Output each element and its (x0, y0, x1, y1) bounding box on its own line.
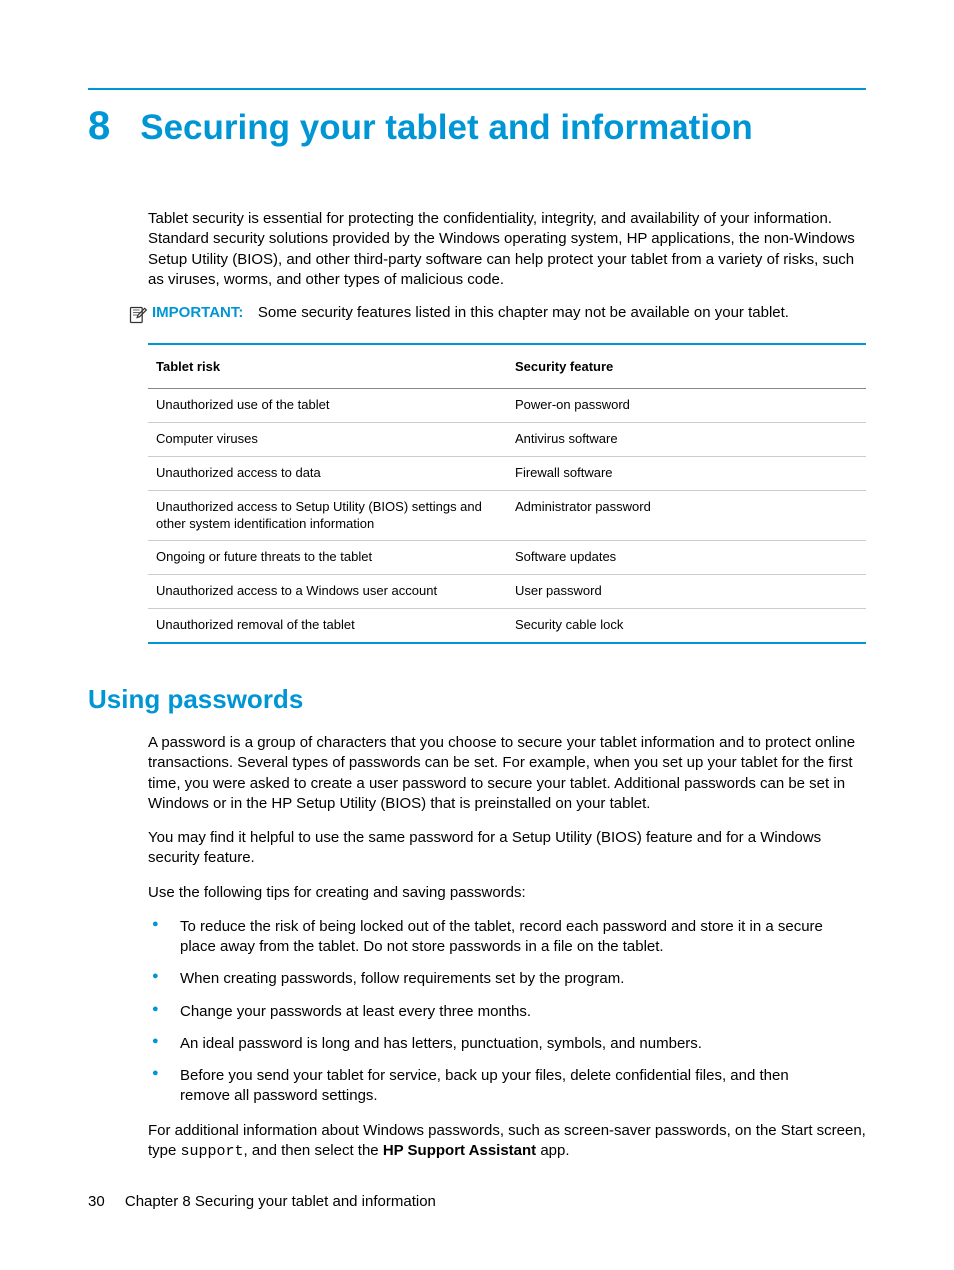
p4-post: app. (536, 1142, 569, 1159)
passwords-p4: For additional information about Windows… (148, 1121, 866, 1163)
intro-paragraph: Tablet security is essential for protect… (148, 209, 866, 290)
important-label: IMPORTANT: (152, 304, 243, 321)
passwords-p2: You may find it helpful to use the same … (148, 828, 866, 869)
table-cell-risk: Unauthorized use of the tablet (148, 389, 507, 423)
table-cell-risk: Unauthorized access to a Windows user ac… (148, 575, 507, 609)
p4-code: support (181, 1143, 244, 1160)
passwords-p1: A password is a group of characters that… (148, 733, 866, 814)
table-cell-feature: Security cable lock (507, 609, 866, 643)
section-heading-using-passwords: Using passwords (88, 684, 866, 715)
table-cell-feature: Antivirus software (507, 422, 866, 456)
important-note: IMPORTANT: Some security features listed… (128, 304, 866, 325)
table-cell-risk: Unauthorized access to data (148, 456, 507, 490)
table-row: Unauthorized access to Setup Utility (BI… (148, 490, 866, 541)
risk-feature-table: Tablet risk Security feature Unauthorize… (148, 343, 866, 644)
tips-list: To reduce the risk of being locked out o… (148, 917, 866, 1107)
list-item: Change your passwords at least every thr… (148, 1002, 838, 1022)
table-cell-feature: Software updates (507, 541, 866, 575)
table-header-feature: Security feature (507, 344, 866, 389)
table-row: Unauthorized access to dataFirewall soft… (148, 456, 866, 490)
p4-mid: , and then select the (244, 1142, 383, 1159)
table-cell-feature: Firewall software (507, 456, 866, 490)
list-item: Before you send your tablet for service,… (148, 1066, 838, 1107)
chapter-header: 8 Securing your tablet and information (88, 88, 866, 149)
important-text: Some security features listed in this ch… (258, 304, 789, 321)
p4-bold: HP Support Assistant (383, 1142, 536, 1159)
table-row: Computer virusesAntivirus software (148, 422, 866, 456)
table-cell-feature: Power-on password (507, 389, 866, 423)
list-item: When creating passwords, follow requirem… (148, 969, 838, 989)
table-row: Unauthorized removal of the tabletSecuri… (148, 609, 866, 643)
list-item: An ideal password is long and has letter… (148, 1034, 838, 1054)
table-row: Ongoing or future threats to the tabletS… (148, 541, 866, 575)
table-cell-feature: User password (507, 575, 866, 609)
table-cell-risk: Ongoing or future threats to the tablet (148, 541, 507, 575)
page-footer: 30 Chapter 8 Securing your tablet and in… (88, 1193, 436, 1210)
table-row: Unauthorized access to a Windows user ac… (148, 575, 866, 609)
table-row: Unauthorized use of the tabletPower-on p… (148, 389, 866, 423)
note-icon (128, 305, 148, 325)
page-number: 30 (88, 1193, 105, 1210)
footer-text: Chapter 8 Securing your tablet and infor… (125, 1193, 436, 1210)
table-header-risk: Tablet risk (148, 344, 507, 389)
table-cell-feature: Administrator password (507, 490, 866, 541)
passwords-p3: Use the following tips for creating and … (148, 883, 866, 903)
table-cell-risk: Unauthorized removal of the tablet (148, 609, 507, 643)
table-cell-risk: Computer viruses (148, 422, 507, 456)
table-cell-risk: Unauthorized access to Setup Utility (BI… (148, 490, 507, 541)
chapter-number: 8 (88, 104, 110, 149)
list-item: To reduce the risk of being locked out o… (148, 917, 838, 958)
chapter-title: Securing your tablet and information (140, 108, 753, 148)
